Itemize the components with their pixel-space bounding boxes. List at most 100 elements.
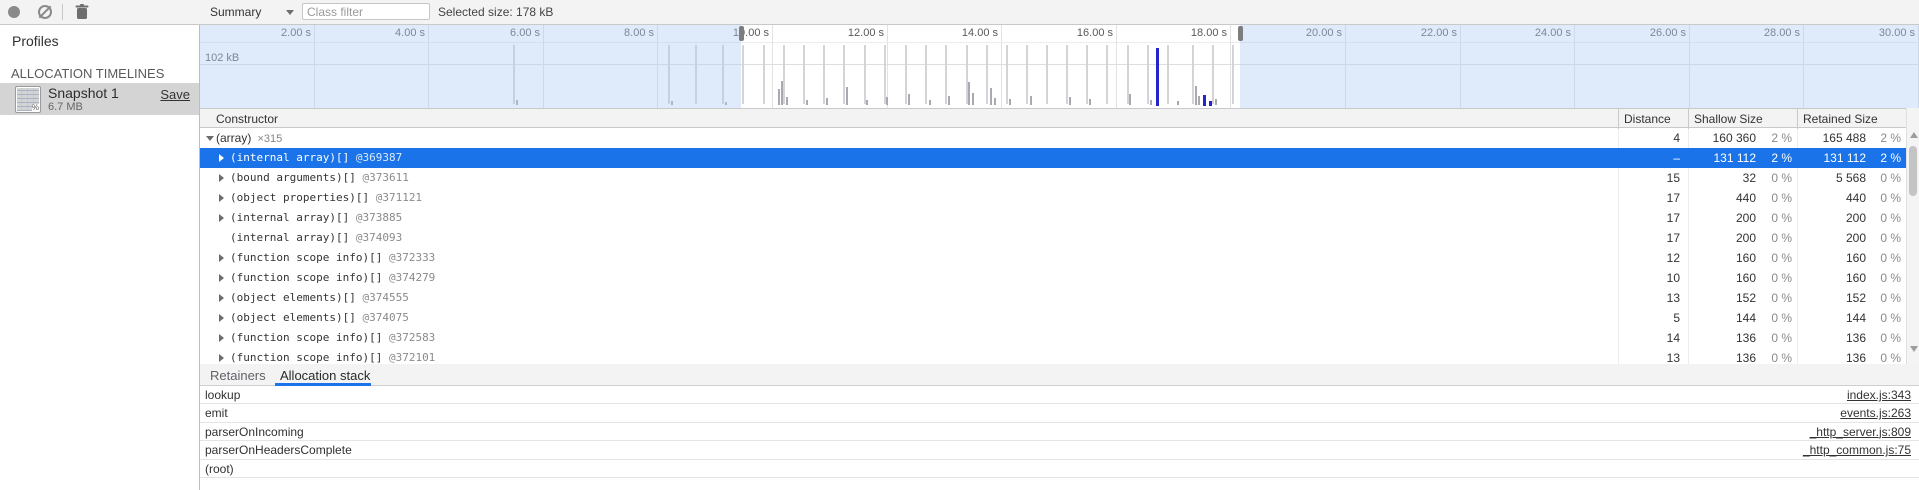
class-filter-input[interactable]	[302, 3, 430, 20]
constructor-cell: (internal array)[] @374093	[230, 231, 402, 244]
table-row[interactable]: (array) ×3154160 3602 %165 4882 %	[200, 128, 1906, 148]
retained-size-cell: 165 488	[1776, 131, 1866, 145]
table-row[interactable]: (function scope info)[] @372101131360 %1…	[200, 348, 1906, 364]
stack-frame-source-link[interactable]: _http_server.js:809	[1810, 425, 1911, 439]
table-row[interactable]: (object elements)[] @37407551440 %1440 %	[200, 308, 1906, 328]
instance-count: ×315	[251, 133, 282, 145]
shallow-size-cell: 160 360	[1668, 131, 1756, 145]
shallow-size-cell: 136	[1668, 331, 1756, 345]
distance-cell: 12	[1588, 251, 1680, 265]
toolbar-separator	[62, 4, 63, 20]
stack-frame-row: (root)	[200, 460, 1919, 478]
expand-expander-icon[interactable]	[219, 294, 224, 302]
collapse-expander-icon[interactable]	[206, 136, 214, 141]
time-tick-label: 14.00 s	[932, 27, 998, 39]
live-allocation-bar	[778, 89, 780, 105]
delete-profile-button[interactable]	[70, 0, 94, 24]
expand-expander-icon[interactable]	[219, 334, 224, 342]
retained-size-cell: 160	[1776, 251, 1866, 265]
selection-handle-left[interactable]	[739, 26, 744, 41]
column-header-constructor[interactable]: Constructor	[216, 112, 278, 126]
table-row[interactable]: (bound arguments)[] @37361115320 %5 5680…	[200, 168, 1906, 188]
distance-cell: 15	[1588, 171, 1680, 185]
allocation-overview-chart[interactable]: 102 kB 2.00 s4.00 s6.00 s8.00 s10.00 s12…	[200, 24, 1919, 108]
constructor-cell: (function scope info)[] @374279	[230, 271, 435, 284]
stack-frame-source-link[interactable]: index.js:343	[1847, 388, 1911, 402]
expand-expander-icon[interactable]	[219, 174, 224, 182]
table-row[interactable]: (object elements)[] @374555131520 %1520 …	[200, 288, 1906, 308]
selection-handle-right[interactable]	[1238, 26, 1243, 41]
snapshot-size: 6.7 MB	[48, 101, 83, 113]
shallow-size-cell: 144	[1668, 311, 1756, 325]
time-gridline	[1001, 24, 1002, 108]
allocation-tick-bar	[884, 45, 886, 104]
expand-expander-icon[interactable]	[219, 194, 224, 202]
time-gridline	[1116, 24, 1117, 108]
allocation-tick-bar	[945, 45, 947, 104]
distance-cell: 13	[1588, 351, 1680, 364]
object-id: @374555	[356, 291, 409, 304]
table-row[interactable]: (function scope info)[] @372583141360 %1…	[200, 328, 1906, 348]
live-allocation-bar	[866, 100, 868, 105]
allocation-timelines-section-header: ALLOCATION TIMELINES	[11, 66, 164, 81]
tab-allocation-stack[interactable]: Allocation stack	[280, 368, 370, 383]
constructor-cell: (object elements)[] @374555	[230, 291, 409, 304]
object-id: @372101	[382, 351, 435, 364]
shallow-size-cell: 32	[1668, 171, 1756, 185]
bottom-tabbar: Retainers Allocation stack	[200, 364, 1919, 386]
column-header-shallow-size[interactable]: Shallow Size	[1694, 112, 1763, 126]
allocation-tick-bar	[1167, 45, 1169, 104]
distance-cell: 17	[1588, 211, 1680, 225]
table-row[interactable]: (function scope info)[] @372333121600 %1…	[200, 248, 1906, 268]
vertical-scrollbar[interactable]	[1906, 108, 1919, 364]
retained-size-cell: 131 112	[1776, 151, 1866, 165]
table-row[interactable]: (internal array)[] @369387–131 1122 %131…	[200, 148, 1906, 168]
live-allocation-bar	[1030, 96, 1032, 105]
expand-expander-icon[interactable]	[219, 254, 224, 262]
clear-all-button[interactable]	[33, 0, 57, 24]
selected-allocation-bar	[1203, 95, 1206, 106]
time-tick-label: 18.00 s	[1161, 27, 1227, 39]
expand-expander-icon[interactable]	[219, 154, 224, 162]
live-allocation-bar	[990, 88, 992, 105]
object-id: @369387	[349, 151, 402, 164]
stack-frame-row: lookupindex.js:343	[200, 386, 1919, 404]
column-header-retained-size[interactable]: Retained Size	[1803, 112, 1878, 126]
table-row[interactable]: (internal array)[] @373885172000 %2000 %	[200, 208, 1906, 228]
retained-size-pct: 2 %	[1869, 151, 1901, 165]
deselected-region-right	[1240, 24, 1919, 108]
scrollbar-thumb[interactable]	[1909, 146, 1917, 196]
allocation-stack-panel: lookupindex.js:343emitevents.js:263parse…	[200, 386, 1919, 490]
deselected-region-left	[200, 24, 741, 108]
table-row[interactable]: (function scope info)[] @374279101600 %1…	[200, 268, 1906, 288]
sidebar: Profiles ALLOCATION TIMELINES % Snapshot…	[0, 24, 200, 490]
stack-frame-source-link[interactable]: events.js:263	[1840, 406, 1911, 420]
record-button[interactable]	[2, 0, 26, 24]
retained-size-cell: 152	[1776, 291, 1866, 305]
stack-frame-source-link[interactable]: _http_common.js:75	[1803, 443, 1911, 457]
live-allocation-bar	[948, 96, 950, 105]
column-header-distance[interactable]: Distance	[1624, 112, 1671, 126]
time-tick-label: 16.00 s	[1047, 27, 1113, 39]
live-allocation-bar	[968, 82, 970, 105]
distance-cell: 4	[1588, 131, 1680, 145]
active-tab-underline	[275, 383, 371, 386]
retained-size-pct: 0 %	[1869, 311, 1901, 325]
allocation-tick-bar	[823, 45, 825, 104]
expand-expander-icon[interactable]	[219, 354, 224, 362]
expand-expander-icon[interactable]	[219, 214, 224, 222]
sidebar-item-snapshot-1[interactable]: % Snapshot 1 6.7 MB Save	[0, 83, 199, 115]
selected-allocation-bar	[1156, 48, 1159, 106]
live-allocation-bar	[1150, 100, 1152, 105]
expand-expander-icon[interactable]	[219, 274, 224, 282]
object-id: @371121	[369, 191, 422, 204]
table-row[interactable]: (object properties)[] @371121174400 %440…	[200, 188, 1906, 208]
scroll-down-arrow-icon[interactable]	[1910, 346, 1918, 352]
table-row[interactable]: (internal array)[] @374093172000 %2000 %	[200, 228, 1906, 248]
expand-expander-icon[interactable]	[219, 314, 224, 322]
tab-retainers[interactable]: Retainers	[210, 368, 266, 383]
allocation-tick-bar	[843, 45, 845, 104]
perspective-dropdown[interactable]: Summary	[206, 2, 265, 22]
save-link[interactable]: Save	[160, 87, 190, 102]
scroll-up-arrow-icon[interactable]	[1910, 132, 1918, 138]
